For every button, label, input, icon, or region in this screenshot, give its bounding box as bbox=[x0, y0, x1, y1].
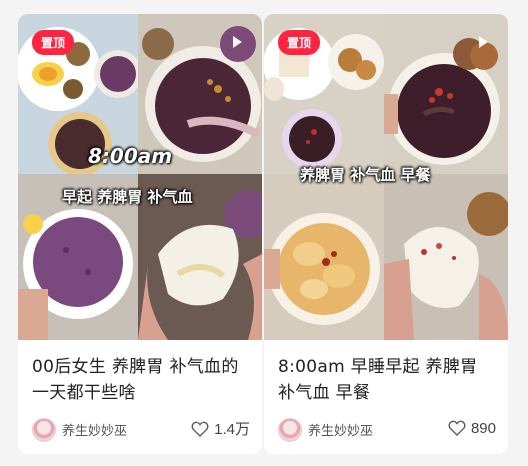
pinned-badge: 置顶 bbox=[278, 30, 321, 55]
like-button[interactable]: 1.4万 bbox=[190, 418, 250, 439]
cover-overlay-caption: 养脾胃 补气血 早餐 bbox=[300, 166, 431, 184]
avatar[interactable] bbox=[278, 418, 302, 442]
note-title[interactable]: 8:00am 早睡早起 养脾胃 补气血 早餐 bbox=[278, 354, 498, 406]
like-count: 890 bbox=[470, 419, 496, 437]
note-title[interactable]: 00后女生 养脾胃 补气血的一天都干些啥 bbox=[32, 354, 252, 406]
note-meta: 养生妙妙巫 890 bbox=[278, 416, 496, 444]
note-feed: 置顶 8:00am 早起 养脾胃 补气血 00后女生 养脾胃 补气血的一天都干些… bbox=[0, 0, 528, 466]
author-name[interactable]: 养生妙妙巫 bbox=[308, 420, 373, 439]
play-icon bbox=[479, 36, 488, 48]
like-button[interactable]: 890 bbox=[447, 418, 496, 438]
cover-collage bbox=[18, 14, 262, 340]
cover-overlay-caption: 早起 养脾胃 补气血 bbox=[62, 188, 193, 206]
like-count: 1.4万 bbox=[214, 421, 250, 438]
avatar[interactable] bbox=[32, 418, 56, 442]
heart-icon bbox=[191, 421, 209, 437]
cover-image[interactable]: 置顶 8:00am 早起 养脾胃 补气血 bbox=[18, 14, 262, 340]
pinned-badge: 置顶 bbox=[32, 30, 75, 55]
play-icon bbox=[233, 36, 242, 48]
note-card[interactable]: 置顶 养脾胃 补气血 早餐 8:00am 早睡早起 养脾胃 补气血 早餐 养生妙… bbox=[264, 14, 508, 454]
heart-icon bbox=[448, 420, 466, 436]
author-name[interactable]: 养生妙妙巫 bbox=[62, 420, 127, 439]
cover-overlay-time: 8:00am bbox=[88, 144, 173, 168]
note-meta: 养生妙妙巫 1.4万 bbox=[32, 416, 250, 444]
note-card[interactable]: 置顶 8:00am 早起 养脾胃 补气血 00后女生 养脾胃 补气血的一天都干些… bbox=[18, 14, 262, 454]
cover-image[interactable]: 置顶 养脾胃 补气血 早餐 bbox=[264, 14, 508, 340]
